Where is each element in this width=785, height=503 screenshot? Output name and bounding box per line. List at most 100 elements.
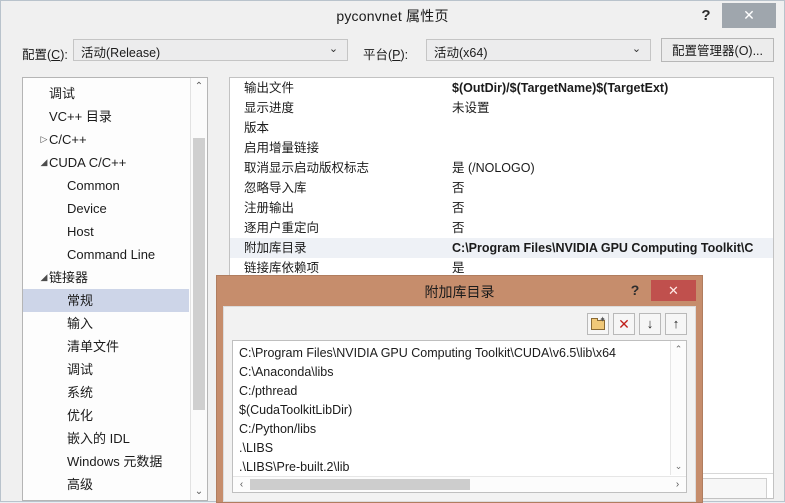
tree-item-1[interactable]: VC++ 目录 xyxy=(23,105,189,128)
tree-item-label: 优化 xyxy=(67,408,94,423)
tree-scroll-thumb[interactable] xyxy=(193,138,205,410)
tree-vertical-scrollbar[interactable]: ⌃ ⌄ xyxy=(190,78,207,500)
tree-item-14[interactable]: 优化 xyxy=(23,404,189,427)
tree-item-label: 输入 xyxy=(67,316,94,331)
list-item[interactable]: C:/Python/libs xyxy=(233,420,669,439)
help-icon[interactable]: ? xyxy=(626,281,644,299)
tree-item-label: 链接器 xyxy=(49,270,89,285)
property-row[interactable]: 逐用户重定向 否 xyxy=(230,218,773,238)
tree-item-15[interactable]: 嵌入的 IDL xyxy=(23,427,189,450)
tree-item-17[interactable]: 高级 xyxy=(23,473,189,496)
tree-item-label: CUDA C/C++ xyxy=(49,155,127,170)
chevron-down-icon: ⌄ xyxy=(631,43,642,55)
list-item[interactable]: C:\Program Files\NVIDIA GPU Computing To… xyxy=(233,344,669,363)
help-icon[interactable]: ? xyxy=(694,4,718,28)
close-icon[interactable]: ✕ xyxy=(651,280,696,301)
property-value[interactable]: 否 xyxy=(452,178,465,198)
tree-item-8[interactable]: ◢ 链接器 xyxy=(23,266,189,289)
scroll-down-icon[interactable]: ⌄ xyxy=(191,483,207,500)
tree-item-9[interactable]: 常规 xyxy=(23,289,189,312)
scroll-up-icon[interactable]: ⌃ xyxy=(671,342,686,357)
tree-item-0[interactable]: 调试 xyxy=(23,82,189,105)
delete-icon: ✕ xyxy=(618,316,630,332)
library-directories-list[interactable]: C:\Program Files\NVIDIA GPU Computing To… xyxy=(232,340,687,493)
property-name: 注册输出 xyxy=(244,201,295,215)
tree-item-label: Device xyxy=(67,201,107,216)
tree-item-13[interactable]: 系统 xyxy=(23,381,189,404)
delete-entry-button[interactable]: ✕ xyxy=(613,313,635,335)
close-icon[interactable]: ✕ xyxy=(722,3,776,28)
property-name: 忽略导入库 xyxy=(244,181,307,195)
property-row[interactable]: 启用增量链接 xyxy=(230,138,773,158)
tree-item-16[interactable]: Windows 元数据 xyxy=(23,450,189,473)
property-value[interactable]: 否 xyxy=(452,218,465,238)
tree-item-label: 调试 xyxy=(67,362,94,377)
configuration-value: 活动(Release) xyxy=(81,46,161,60)
dialog-body: ✦ ✕ ↓ ↑ C:\Program Files\NVIDIA GPU Comp… xyxy=(223,306,696,502)
property-pages-window: pyconvnet 属性页 ? ✕ 配置(C): 活动(Release) ⌄ 平… xyxy=(0,0,785,503)
tree-item-7[interactable]: Command Line xyxy=(23,243,189,266)
move-up-icon: ↑ xyxy=(672,316,680,331)
tree-item-6[interactable]: Host xyxy=(23,220,189,243)
list-item[interactable]: .\LIBS\Pre-built.2\lib xyxy=(233,458,669,477)
property-name: 显示进度 xyxy=(244,101,295,115)
scroll-down-icon[interactable]: ⌄ xyxy=(671,459,686,474)
new-folder-button[interactable]: ✦ xyxy=(587,313,609,335)
property-name: 逐用户重定向 xyxy=(244,221,320,235)
property-row[interactable]: 附加库目录 C:\Program Files\NVIDIA GPU Computi… xyxy=(230,238,773,258)
property-row[interactable]: 取消显示启动版权标志 是 (/NOLOGO) xyxy=(230,158,773,178)
platform-dropdown[interactable]: 活动(x64) ⌄ xyxy=(426,39,651,61)
platform-value: 活动(x64) xyxy=(434,46,488,60)
property-name: 启用增量链接 xyxy=(244,141,320,155)
tree-item-label: 调试 xyxy=(49,86,76,101)
property-row[interactable]: 忽略导入库 否 xyxy=(230,178,773,198)
move-up-button[interactable]: ↑ xyxy=(665,313,687,335)
additional-library-directories-dialog: 附加库目录 ? ✕ ✦ ✕ ↓ ↑ C:\Program Files\NVIDI… xyxy=(216,275,703,503)
library-directories-items: C:\Program Files\NVIDIA GPU Computing To… xyxy=(233,344,669,477)
property-name: 版本 xyxy=(244,121,270,135)
property-name: 附加库目录 xyxy=(244,241,307,255)
scroll-left-icon[interactable]: ‹ xyxy=(234,477,249,492)
move-down-icon: ↓ xyxy=(646,316,654,331)
property-value[interactable]: 是 (/NOLOGO) xyxy=(452,158,535,178)
configuration-dropdown[interactable]: 活动(Release) ⌄ xyxy=(73,39,348,61)
window-title: pyconvnet 属性页 xyxy=(336,8,449,24)
property-value[interactable]: 否 xyxy=(452,198,465,218)
scroll-up-icon[interactable]: ⌃ xyxy=(191,78,207,95)
tree-item-3[interactable]: ◢ CUDA C/C++ xyxy=(23,151,189,174)
list-item[interactable]: C:\Anaconda\libs xyxy=(233,363,669,382)
list-item[interactable]: $(CudaToolkitLibDir) xyxy=(233,401,669,420)
list-item[interactable]: C:/pthread xyxy=(233,382,669,401)
tree-item-5[interactable]: Device xyxy=(23,197,189,220)
tree-item-label: Command Line xyxy=(67,247,156,262)
sparkle-icon: ✦ xyxy=(599,315,606,324)
tree-item-12[interactable]: 调试 xyxy=(23,358,189,381)
tree-item-4[interactable]: Common xyxy=(23,174,189,197)
property-row[interactable]: 注册输出 否 xyxy=(230,198,773,218)
chevron-down-icon: ⌄ xyxy=(328,43,339,55)
settings-tree-panel: 调试 VC++ 目录 ▷ C/C++ ◢ CUDA C/C++ Common Device Ho… xyxy=(22,77,208,501)
property-grid-rows: 输出文件 $(OutDir)/$(TargetName)$(TargetExt) 显… xyxy=(230,78,773,278)
scroll-right-icon[interactable]: › xyxy=(670,477,685,492)
property-row[interactable]: 显示进度 未设置 xyxy=(230,98,773,118)
property-value[interactable]: C:\Program Files\NVIDIA GPU Computing To… xyxy=(452,238,753,258)
configuration-manager-button[interactable]: 配置管理器(O)... xyxy=(661,38,774,62)
property-value[interactable]: 未设置 xyxy=(452,98,490,118)
move-down-button[interactable]: ↓ xyxy=(639,313,661,335)
tree-item-label: Common xyxy=(67,178,120,193)
property-row[interactable]: 版本 xyxy=(230,118,773,138)
tree-item-11[interactable]: 清单文件 xyxy=(23,335,189,358)
tree-item-10[interactable]: 输入 xyxy=(23,312,189,335)
tree-item-label: VC++ 目录 xyxy=(49,109,112,124)
property-value[interactable]: $(OutDir)/$(TargetName)$(TargetExt) xyxy=(452,78,668,98)
configuration-bar: 配置(C): 活动(Release) ⌄ 平台(P): 活动(x64) ⌄ 配置… xyxy=(1,31,784,73)
list-item[interactable]: .\LIBS xyxy=(233,439,669,458)
property-row[interactable]: 输出文件 $(OutDir)/$(TargetName)$(TargetExt) xyxy=(230,78,773,98)
horizontal-scroll-thumb[interactable] xyxy=(250,479,470,490)
list-vertical-scrollbar[interactable]: ⌃ ⌄ xyxy=(670,341,686,475)
tree-item-2[interactable]: ▷ C/C++ xyxy=(23,128,189,151)
configuration-label: 配置(C): xyxy=(22,48,68,62)
tree-item-18[interactable]: 所有选项 xyxy=(23,496,189,500)
tree-item-label: 系统 xyxy=(67,385,94,400)
list-horizontal-scrollbar[interactable]: ‹ › xyxy=(233,476,686,492)
